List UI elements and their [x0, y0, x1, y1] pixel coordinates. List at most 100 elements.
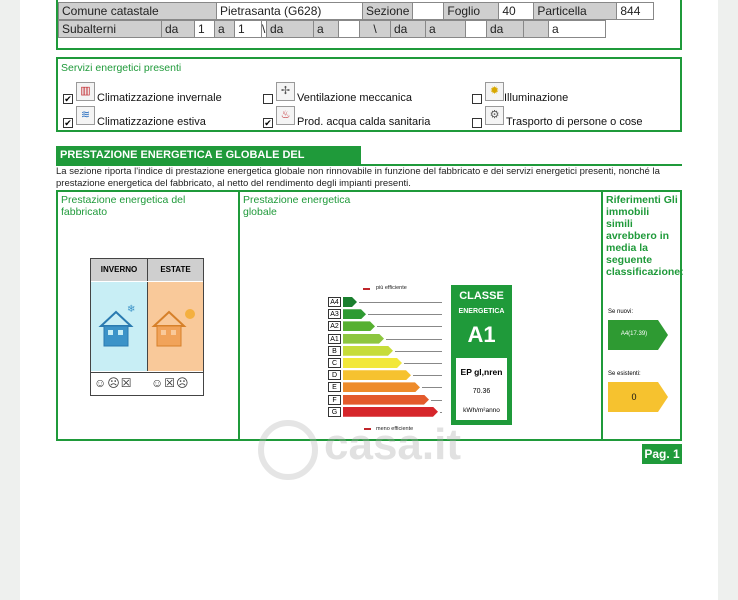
class-letter-B: B [328, 345, 341, 356]
se-nuovi-label: Se nuovi: [608, 309, 634, 315]
checkbox-climatizzazione-invernale[interactable]: ✔ [63, 94, 73, 104]
class-arrow-C [343, 358, 402, 368]
fan-icon: ✢ [276, 82, 295, 101]
se-nuovi-value: A4(17.39) [620, 331, 648, 337]
page-number: Pag. 1 [642, 444, 682, 464]
piu-efficiente-label: più efficiente [376, 285, 407, 291]
sub-value-1: 1 [194, 20, 215, 38]
service-label-trasporto: Trasporto di persone o cose [506, 116, 643, 128]
checkbox-trasporto[interactable] [472, 118, 482, 128]
class-arrow-E [343, 382, 420, 392]
energetica-label: ENERGETICA [458, 308, 505, 315]
service-label-illuminazione: Illuminazione [504, 92, 569, 104]
se-esistenti-label: Se esistenti: [608, 371, 641, 377]
class-arrow-B [343, 346, 393, 356]
sub-empty-2 [465, 20, 487, 38]
subalterni-table: Subalterni da 1 a 1 \ da a \ da a da a [58, 20, 606, 38]
class-guide-line-A3 [368, 314, 442, 316]
class-letter-E: E [328, 382, 341, 393]
checkbox-illuminazione[interactable] [472, 94, 482, 104]
foglio-label: Foglio [443, 2, 500, 20]
arrow-up-marker-icon [363, 288, 370, 290]
column-divider-2 [601, 190, 603, 441]
class-guide-line-E [422, 387, 442, 389]
sub-da-4: da [486, 20, 524, 38]
summer-rating-faces-icon: ☺☒☹ [151, 376, 190, 390]
sub-separator-2: \ [359, 20, 391, 38]
class-letter-D: D [328, 370, 341, 381]
class-arrow-F [343, 395, 429, 405]
ep-label: EP gl,nren [460, 367, 503, 377]
col2-title: Prestazione energetica globale [243, 194, 351, 218]
service-label-climatizzazione-invernale: Climatizzazione invernale [97, 92, 222, 104]
sub-da-3: da [390, 20, 426, 38]
checkbox-climatizzazione-estiva[interactable]: ✔ [63, 118, 73, 128]
sub-value-2: 1 [234, 20, 262, 38]
inverno-label: INVERNO [91, 259, 148, 281]
class-guide-line-B [395, 350, 442, 352]
col3-title: Riferimenti Gli immobili simili avrebber… [606, 194, 684, 278]
subalterni-row: Subalterni da 1 a 1 \ da a \ da a da a [58, 20, 606, 38]
class-guide-line-A1 [386, 338, 442, 340]
column-divider-1 [238, 190, 240, 441]
sub-a-1: a [214, 20, 235, 38]
gears-icon: ⚙ [485, 106, 504, 125]
cadastre-table: Comune catastale Pietrasanta (G628) Sezi… [58, 2, 655, 20]
comune-value: Pietrasanta (G628) [216, 2, 363, 20]
class-letter-A2: A2 [328, 321, 341, 332]
class-guide-line-F [431, 399, 442, 401]
services-title: Servizi energetici presenti [61, 62, 182, 74]
class-guide-line-A4 [359, 302, 442, 303]
ep-unit: kWh/m²anno [463, 407, 500, 414]
class-guide-line-C [404, 363, 442, 364]
class-letter-A1: A1 [328, 333, 341, 344]
subalterni-label: Subalterni [58, 20, 162, 38]
watermark-text: casa.it [324, 420, 461, 469]
sub-a-2: a [313, 20, 339, 38]
classe-label: CLASSE [459, 290, 504, 302]
lamp-icon: ✹ [485, 82, 504, 101]
particella-label: Particella [533, 2, 618, 20]
winter-house-icon: ❄ [98, 304, 135, 347]
class-guide-line-G [440, 411, 442, 413]
comune-label: Comune catastale [58, 2, 217, 20]
sezione-value [412, 2, 445, 20]
sezione-label: Sezione [361, 2, 414, 20]
class-guide-line-A2 [377, 326, 442, 328]
service-label-acqua-calda: Prod. acqua calda sanitaria [297, 116, 431, 128]
cadastre-row-main: Comune catastale Pietrasanta (G628) Sezi… [58, 2, 655, 20]
winter-rating-faces-icon: ☺☹☒ [94, 376, 133, 390]
class-letter-A4: A4 [328, 297, 341, 307]
particella-value: 844 [616, 2, 655, 20]
svg-text:❄: ❄ [127, 304, 135, 315]
class-arrow-D [343, 370, 411, 380]
col1-title: Prestazione energetica del fabbricato [61, 194, 186, 218]
summer-house-icon [151, 309, 195, 347]
se-esistenti-value: 0 [631, 392, 637, 402]
sub-empty-3 [523, 20, 549, 38]
checkbox-ventilazione-meccanica[interactable] [263, 94, 273, 104]
class-letter-F: F [328, 394, 341, 405]
air-conditioner-icon: ≋ [76, 106, 95, 125]
checkbox-acqua-calda[interactable]: ✔ [263, 118, 273, 128]
winter-panel: ❄ [91, 282, 148, 371]
foglio-value: 40 [498, 2, 535, 20]
class-arrow-A2 [343, 321, 375, 331]
class-arrow-G [343, 407, 438, 417]
class-letter-A3: A3 [328, 309, 341, 320]
classe-value: A1 [467, 322, 496, 347]
ep-value: 70.36 [472, 388, 491, 395]
sub-da-2: da [266, 20, 314, 38]
faucet-icon: ♨ [276, 106, 295, 125]
radiator-icon: ▥ [76, 82, 95, 101]
sub-da-1: da [161, 20, 195, 38]
estate-label: ESTATE [148, 259, 203, 281]
summer-panel [148, 282, 203, 371]
class-letter-G: G [328, 406, 341, 417]
sub-empty-1 [338, 20, 360, 38]
class-guide-line-D [413, 375, 442, 377]
class-arrow-A1 [343, 334, 384, 344]
service-label-ventilazione-meccanica: Ventilazione meccanica [297, 92, 412, 104]
class-letter-C: C [328, 358, 341, 368]
faces-divider [91, 372, 203, 373]
